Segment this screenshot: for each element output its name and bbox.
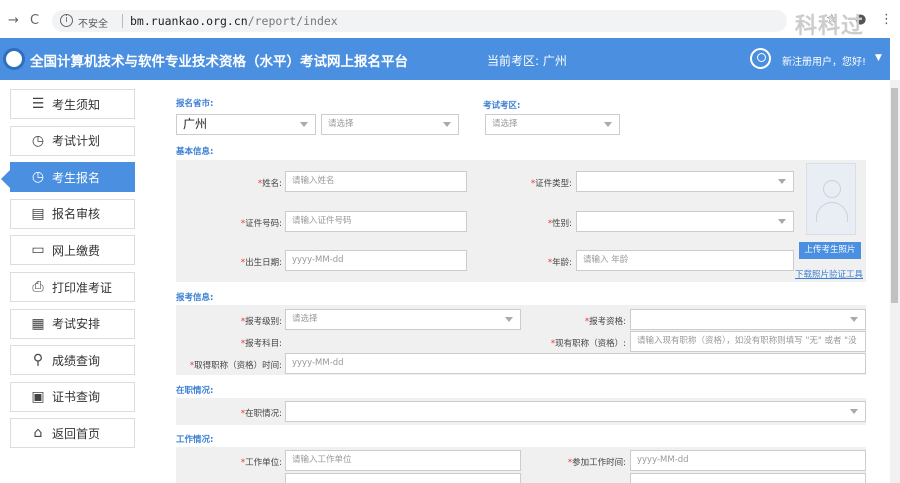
plan-icon: ◷ xyxy=(31,132,45,149)
chevron-down-icon[interactable]: ▼ xyxy=(875,53,882,63)
scrollbar-thumb[interactable] xyxy=(891,88,898,303)
logo xyxy=(3,48,25,70)
clock-icon: ◷ xyxy=(31,169,45,186)
site-header: 全国计算机技术与软件专业技术资格（水平）考试网上报名平台 当前考区: 广州 新注… xyxy=(0,38,890,80)
work-start-input[interactable]: yyyy-MM-dd xyxy=(630,450,866,471)
age-label: *年龄: xyxy=(547,258,572,268)
search-icon: ⚲ xyxy=(32,352,44,369)
certificate-icon: ▣ xyxy=(31,388,45,405)
birth-date-label: *出生日期: xyxy=(240,258,282,268)
apply-info-title: 报考信息: xyxy=(176,293,214,303)
sidebar-item[interactable]: ☰ 考生须知 xyxy=(10,89,135,119)
sidebar-item[interactable]: ◷ 考试计划 xyxy=(10,125,135,156)
home-icon: ⌂ xyxy=(33,425,43,442)
work-info-title: 工作情况: xyxy=(176,435,214,445)
subject-label: *报考科目: xyxy=(240,339,282,349)
insecure-label: 不安全 xyxy=(78,19,108,30)
browser-toolbar: → C i 不安全 bm.ruankao.org.cn/report/index… xyxy=(0,0,900,39)
id-type-select[interactable] xyxy=(576,171,794,192)
exam-area-select[interactable]: 请选择 xyxy=(485,114,620,135)
qualification-select[interactable] xyxy=(630,309,866,330)
forward-icon[interactable]: → xyxy=(8,13,19,28)
work-extra-input[interactable] xyxy=(630,473,866,483)
sidebar-item-label: 网上缴费 xyxy=(52,243,101,258)
audit-icon: ▤ xyxy=(31,205,45,222)
work-unit-label: *工作单位: xyxy=(240,458,282,468)
current-area: 当前考区: 广州 xyxy=(487,54,567,68)
pay-icon: ▭ xyxy=(31,242,45,259)
age-input[interactable]: 请输入 年龄 xyxy=(576,250,794,271)
name-label: *姓名: xyxy=(257,179,282,189)
info-icon[interactable]: i xyxy=(60,14,73,27)
photo-placeholder xyxy=(806,163,856,235)
sidebar-item-label: 考生须知 xyxy=(52,97,101,112)
sidebar-item[interactable]: ◷ 考生报名 xyxy=(10,162,135,193)
employment-status-label: *在职情况: xyxy=(240,409,282,419)
sidebar-item[interactable]: ⎙ 打印准考证 xyxy=(10,272,135,302)
sidebar-item-label: 成绩查询 xyxy=(52,353,101,368)
user-greeting[interactable]: 新注册用户，您好! xyxy=(782,53,866,68)
level-label: *报考级别: xyxy=(240,317,282,327)
sidebar-item[interactable]: ▣ 证书查询 xyxy=(10,381,135,412)
user-icon[interactable] xyxy=(750,48,771,69)
sidebar-item[interactable]: ⌂ 返回首页 xyxy=(10,418,135,449)
city-select[interactable]: 请选择 xyxy=(321,114,459,135)
id-type-label: *证件类型: xyxy=(530,179,572,189)
current-title-input[interactable]: 请输入现有职称（资格），如没有职称则填写 "无" 或者 "没 xyxy=(630,331,866,352)
employment-title: 在职情况: xyxy=(176,386,214,396)
menu-icon[interactable]: ⋮ xyxy=(880,12,893,27)
url-text[interactable]: bm.ruankao.org.cn/report/index xyxy=(130,14,338,28)
sidebar-item-label: 打印准考证 xyxy=(52,280,113,295)
province-select[interactable]: 广州 xyxy=(176,114,316,135)
address-bar[interactable]: i 不安全 bm.ruankao.org.cn/report/index xyxy=(52,10,787,32)
sidebar-item[interactable]: ▦ 考试安排 xyxy=(10,308,135,339)
work-start-label: *参加工作时间: xyxy=(567,458,626,468)
sidebar-item[interactable]: ⚲ 成绩查询 xyxy=(10,345,135,376)
province-label: 报名省市: xyxy=(176,99,214,109)
sidebar-item-label: 考试计划 xyxy=(52,134,101,149)
id-number-input[interactable]: 请输入证件号码 xyxy=(285,211,467,232)
print-icon: ⎙ xyxy=(32,279,44,295)
current-title-label: *现有职称（资格）: xyxy=(550,339,626,349)
sidebar-item-label: 考生报名 xyxy=(52,170,101,185)
notice-icon: ☰ xyxy=(31,96,45,112)
level-select[interactable]: 请选择 xyxy=(285,309,521,330)
gender-label: *性别: xyxy=(547,219,572,229)
site-title: 全国计算机技术与软件专业技术资格（水平）考试网上报名平台 xyxy=(30,54,408,70)
sidebar-item-label: 返回首页 xyxy=(52,426,101,441)
work-extra-input[interactable] xyxy=(285,473,521,483)
watermark: 科科过 xyxy=(795,14,865,39)
work-unit-input[interactable]: 请输入工作单位 xyxy=(285,450,521,471)
basic-info-title: 基本信息: xyxy=(176,147,214,157)
sidebar-item-label: 报名审核 xyxy=(52,207,101,222)
id-number-label: *证件号码: xyxy=(240,219,282,229)
employment-status-select[interactable] xyxy=(285,401,866,422)
sidebar-item-label: 证书查询 xyxy=(52,390,101,405)
name-input[interactable]: 请输入姓名 xyxy=(285,171,467,192)
birth-date-input[interactable]: yyyy-MM-dd xyxy=(285,250,467,271)
download-tool-link[interactable]: 下载照片验证工具 xyxy=(795,268,863,280)
sidebar-item[interactable]: ▤ 报名审核 xyxy=(10,198,135,229)
reload-icon[interactable]: C xyxy=(30,13,39,28)
title-time-input[interactable]: yyyy-MM-dd xyxy=(285,353,866,374)
active-indicator xyxy=(1,170,10,188)
gender-select[interactable] xyxy=(576,211,794,232)
sidebar-item-label: 考试安排 xyxy=(52,317,101,332)
title-time-label: *取得职称（资格）时间: xyxy=(189,361,282,371)
sidebar-item[interactable]: ▭ 网上缴费 xyxy=(10,235,135,266)
divider xyxy=(122,14,123,28)
upload-photo-button[interactable]: 上传考生照片 xyxy=(799,242,861,259)
schedule-icon: ▦ xyxy=(31,315,45,332)
qualification-label: *报考资格: xyxy=(584,317,626,327)
exam-area-label: 考试考区: xyxy=(483,101,521,111)
